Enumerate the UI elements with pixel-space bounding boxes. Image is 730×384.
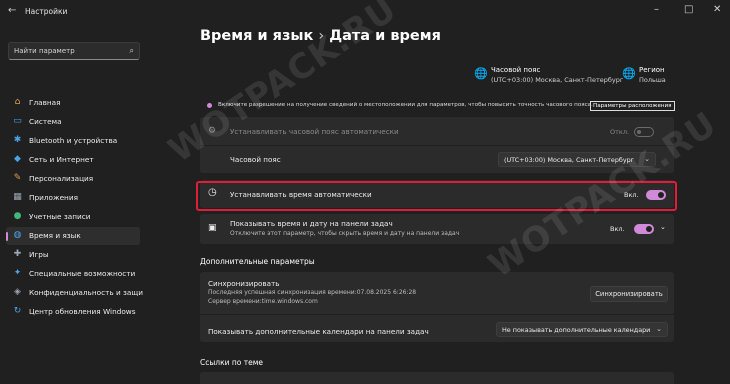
- sidebar-item[interactable]: ✎ Персонализация: [6, 170, 140, 188]
- related-card: [200, 372, 674, 384]
- timezone-summary-title: Часовой пояс: [491, 66, 541, 74]
- sidebar-item-label: Время и язык: [29, 231, 81, 240]
- window-title: Настройки: [25, 7, 68, 16]
- sync-last: Последняя успешная синхронизация времени…: [208, 289, 417, 296]
- calendars-select[interactable]: Не показывать дополнительные календари ⌄: [496, 322, 668, 337]
- sidebar-item[interactable]: ✦ Специальные возможности: [6, 265, 140, 283]
- taskbar-clock-label: Показывать время и дату на панели задач: [230, 219, 393, 228]
- sidebar-item[interactable]: ● Учетные записи: [6, 208, 140, 226]
- sidebar-item-label: Система: [29, 117, 62, 126]
- sidebar-item-label: Специальные возможности: [29, 269, 136, 278]
- wifi-icon: ◆: [14, 154, 21, 164]
- sync-title: Синхронизировать: [208, 279, 280, 288]
- globe-clock-icon: ◍: [13, 230, 22, 240]
- calendars-select-value: Не показывать дополнительные календари: [502, 326, 651, 334]
- auto-timezone-toggle[interactable]: [634, 127, 654, 137]
- sidebar-item-label: Учетные записи: [29, 212, 91, 221]
- sidebar-item[interactable]: ▦ Приложения: [6, 189, 140, 207]
- bluetooth-icon: ✱: [13, 135, 22, 145]
- apps-icon: ▦: [13, 192, 22, 202]
- sidebar-item[interactable]: ◈ Конфиденциальность и защи: [6, 284, 143, 302]
- sidebar-item-label: Сеть и Интернет: [29, 155, 94, 164]
- search-icon: ⌕: [129, 46, 134, 55]
- sidebar-item-label: Конфиденциальность и защи: [29, 288, 143, 297]
- breadcrumb-parent[interactable]: Время и язык: [200, 28, 313, 44]
- shield-icon: ◈: [14, 287, 21, 297]
- sidebar-item[interactable]: ▭ Система: [6, 113, 140, 131]
- maximize-icon[interactable]: □: [684, 4, 693, 15]
- sidebar-item[interactable]: ↻ Центр обновления Windows: [6, 303, 140, 321]
- sidebar-item-label: Главная: [29, 98, 61, 107]
- sidebar-item-label: Игры: [29, 250, 49, 259]
- sidebar-item-label: Персонализация: [29, 174, 94, 183]
- sync-server: Сервер времени:time.windows.com: [208, 298, 318, 305]
- close-icon[interactable]: ✕: [713, 4, 721, 15]
- sidebar-item-label: Bluetooth и устройства: [29, 136, 118, 145]
- location-settings-link[interactable]: Параметры расположения: [590, 101, 675, 111]
- timezone-summary-value: (UTC+03:00) Москва, Санкт-Петербург: [491, 76, 624, 84]
- sidebar-item[interactable]: ✱ Bluetooth и устройства: [6, 132, 140, 150]
- sync-button[interactable]: Синхронизировать: [590, 286, 668, 302]
- sidebar-item[interactable]: ✚ Игры: [6, 246, 140, 264]
- gamepad-icon: ✚: [13, 249, 22, 259]
- taskbar-clock-sub: Отключите этот параметр, чтобы скрыть вр…: [230, 230, 460, 237]
- chevron-down-icon[interactable]: ⌄: [660, 223, 666, 231]
- additional-card: Синхронизировать Последняя успешная синх…: [200, 272, 674, 342]
- region-summary-value: Польша: [639, 76, 666, 84]
- search-input[interactable]: [14, 47, 124, 55]
- region-summary-title: Регион: [639, 66, 665, 74]
- minimize-icon[interactable]: –: [654, 4, 659, 15]
- divider: [200, 314, 674, 315]
- brush-icon: ✎: [13, 173, 22, 183]
- sidebar-item-label: Приложения: [29, 193, 78, 202]
- back-arrow-icon[interactable]: ←: [8, 5, 16, 16]
- globe-icon: 🌐: [474, 67, 488, 80]
- timezone-card: ⚙ Устанавливать часовой пояс автоматичес…: [200, 117, 674, 173]
- divider: [200, 145, 674, 146]
- search-box[interactable]: ⌕: [8, 42, 140, 60]
- taskbar-clock-toggle[interactable]: [634, 224, 654, 234]
- main-content: Время и язык › Дата и время 🌐 Часовой пояс…: [148, 24, 730, 384]
- globe-icon: 🌐: [622, 67, 636, 80]
- sidebar-item[interactable]: ⌂ Главная: [6, 94, 140, 112]
- user-icon: ●: [13, 211, 22, 221]
- taskbar-clock-state: Вкл.: [610, 225, 625, 233]
- related-section-title: Ссылки по теме: [200, 358, 263, 367]
- sidebar-item-label: Центр обновления Windows: [29, 307, 136, 316]
- chevron-down-icon: ⌄: [656, 325, 662, 333]
- update-icon: ↻: [13, 306, 22, 316]
- auto-timezone-state: Откл.: [610, 128, 630, 136]
- home-icon: ⌂: [14, 97, 21, 107]
- calendars-label: Показывать дополнительные календари на п…: [208, 327, 429, 336]
- sync-button-label: Синхронизировать: [595, 290, 663, 298]
- additional-section-title: Дополнительные параметры: [200, 257, 315, 266]
- calendar-icon: ▣: [208, 223, 217, 233]
- auto-timezone-label: Устанавливать часовой пояс автоматически: [230, 127, 399, 136]
- sidebar-item[interactable]: ◍ Время и язык: [6, 227, 140, 245]
- timezone-label: Часовой пояс: [230, 155, 281, 164]
- sidebar-item[interactable]: ◆ Сеть и Интернет: [6, 151, 140, 169]
- monitor-icon: ▭: [13, 116, 22, 126]
- active-indicator: [6, 232, 8, 241]
- accessibility-icon: ✦: [13, 268, 22, 278]
